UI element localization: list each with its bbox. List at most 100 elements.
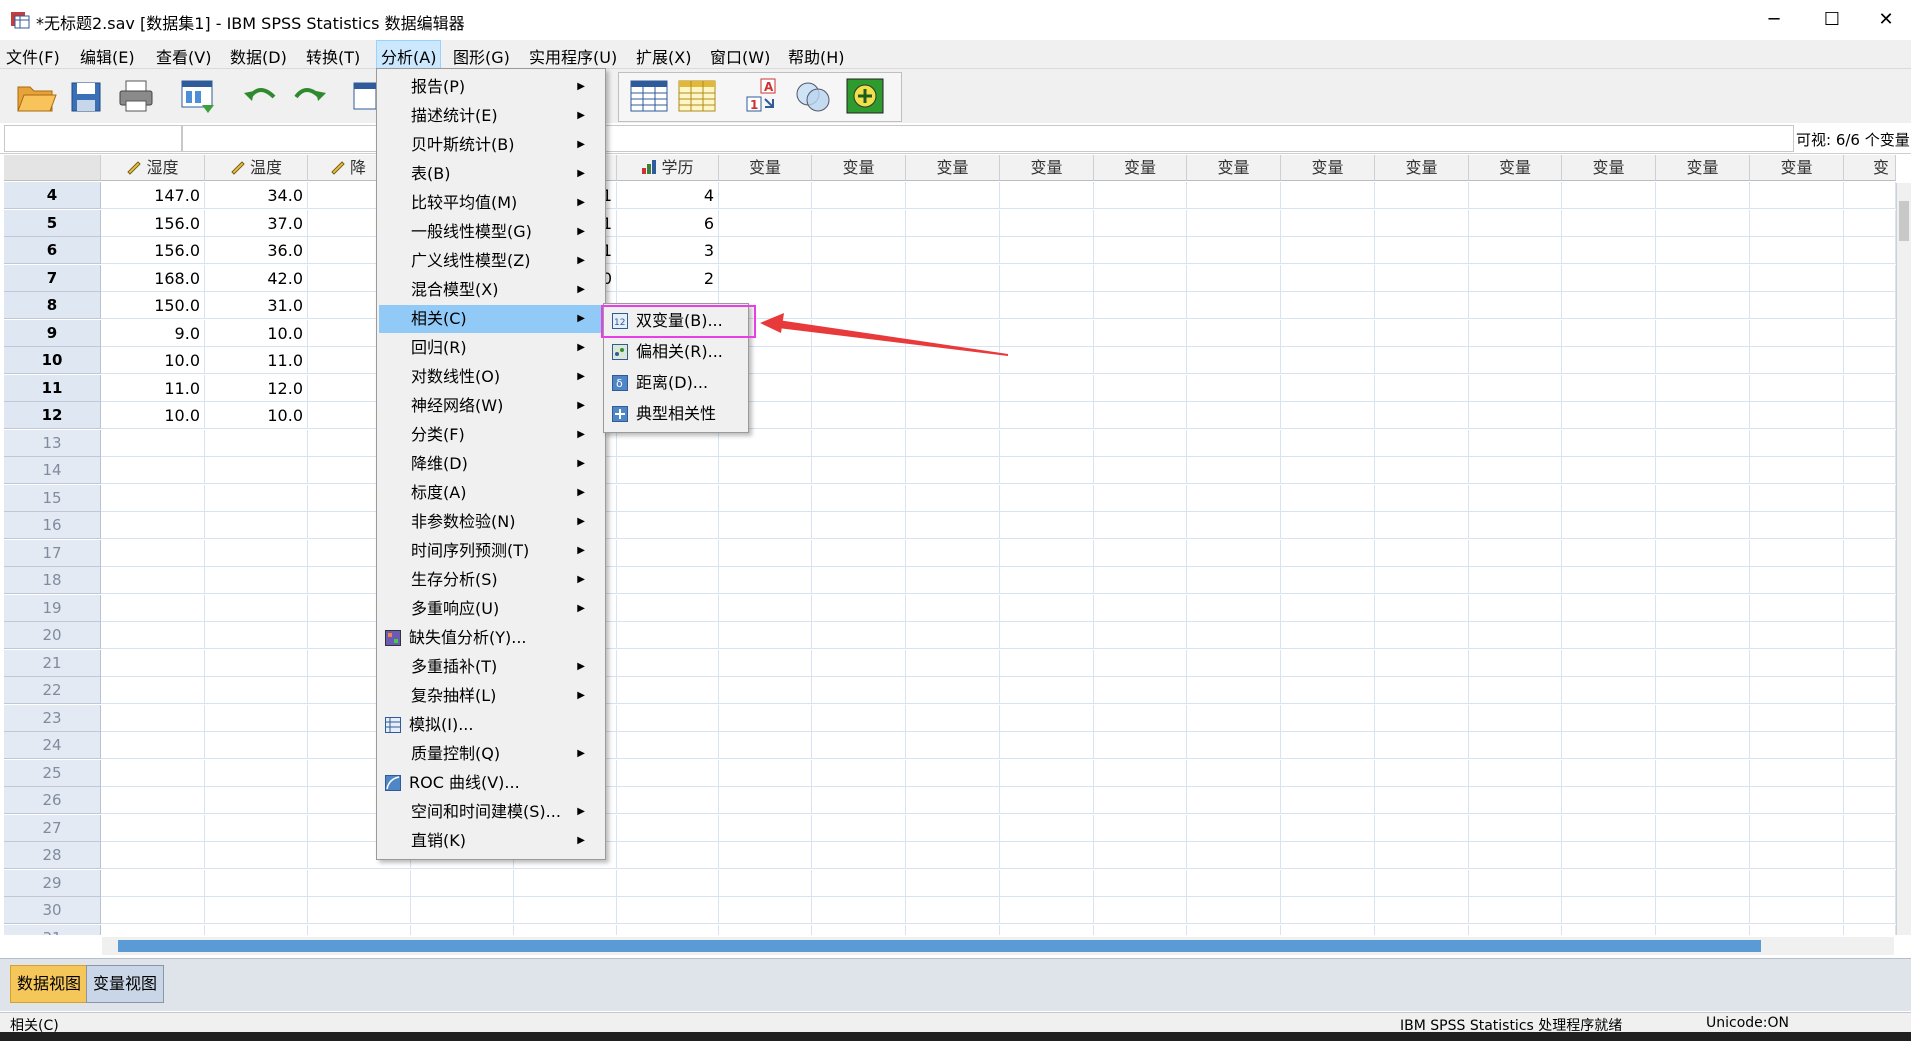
- grid-cell[interactable]: [1375, 402, 1469, 429]
- grid-cell[interactable]: [812, 237, 906, 264]
- grid-cell[interactable]: [1562, 649, 1656, 677]
- grid-cell[interactable]: [719, 759, 812, 787]
- grid-cell[interactable]: [1094, 539, 1187, 567]
- column-header[interactable]: 变量: [1750, 155, 1844, 181]
- grid-cell[interactable]: [205, 567, 308, 594]
- grid-cell[interactable]: [719, 209, 812, 237]
- row-number[interactable]: 5: [4, 209, 101, 237]
- grid-cell[interactable]: [1094, 567, 1187, 594]
- analyze-menu-item[interactable]: 一般线性模型(G) ▶: [379, 218, 601, 246]
- grid-cell[interactable]: [1844, 429, 1896, 457]
- grid-cell[interactable]: [1656, 402, 1750, 429]
- grid-cell[interactable]: [1656, 429, 1750, 457]
- grid-cell[interactable]: [1281, 814, 1375, 842]
- grid-cell[interactable]: [1375, 429, 1469, 457]
- grid-cell[interactable]: [205, 787, 308, 814]
- grid-cell[interactable]: [1750, 787, 1844, 814]
- grid-cell[interactable]: 6: [617, 209, 719, 237]
- grid-cell[interactable]: [812, 374, 906, 402]
- grid-cell[interactable]: [1187, 649, 1281, 677]
- grid-cell[interactable]: [1562, 292, 1656, 319]
- grid-cell[interactable]: [1656, 622, 1750, 649]
- grid-cell[interactable]: [1844, 732, 1896, 759]
- menu-utilities[interactable]: 实用程序(U): [529, 44, 617, 68]
- grid-cell[interactable]: [1375, 347, 1469, 374]
- grid-cell[interactable]: [1562, 182, 1656, 209]
- grid-cell[interactable]: [1281, 182, 1375, 209]
- row-number[interactable]: 22: [4, 677, 101, 704]
- goto-case-icon[interactable]: [350, 75, 376, 117]
- grid-cell[interactable]: [1187, 732, 1281, 759]
- grid-cell[interactable]: [1187, 814, 1281, 842]
- grid-cell[interactable]: [719, 622, 812, 649]
- analyze-menu-item[interactable]: 广义线性模型(Z) ▶: [379, 247, 601, 275]
- grid-cell[interactable]: [1656, 347, 1750, 374]
- row-number[interactable]: 11: [4, 374, 101, 402]
- grid-cell[interactable]: [1562, 237, 1656, 264]
- grid-cell[interactable]: [1000, 594, 1094, 622]
- horizontal-scrollbar[interactable]: [102, 937, 1894, 955]
- row-number[interactable]: 4: [4, 182, 101, 209]
- grid-cell[interactable]: [1094, 484, 1187, 512]
- analyze-menu-item[interactable]: 混合模型(X) ▶: [379, 276, 601, 304]
- grid-cell[interactable]: [1656, 677, 1750, 704]
- grid-cell[interactable]: [1094, 842, 1187, 869]
- grid-cell[interactable]: [1094, 264, 1187, 292]
- grid-cell[interactable]: [1375, 292, 1469, 319]
- grid-cell[interactable]: [1094, 677, 1187, 704]
- grid-cell[interactable]: [1375, 759, 1469, 787]
- grid-cell[interactable]: [906, 292, 1000, 319]
- close-button[interactable]: ✕: [1866, 6, 1906, 34]
- grid-cell[interactable]: [1187, 457, 1281, 484]
- grid-cell[interactable]: [514, 869, 617, 897]
- grid-cell[interactable]: [205, 842, 308, 869]
- grid-cell[interactable]: [101, 539, 205, 567]
- grid-cell[interactable]: [1469, 897, 1562, 924]
- grid-cell[interactable]: [1187, 347, 1281, 374]
- analyze-menu-item[interactable]: 贝叶斯统计(B) ▶: [379, 131, 601, 159]
- grid-cell[interactable]: [812, 209, 906, 237]
- undo-icon[interactable]: [238, 75, 282, 117]
- grid-cell[interactable]: [1187, 429, 1281, 457]
- grid-cell[interactable]: [1469, 594, 1562, 622]
- grid-cell[interactable]: [1844, 402, 1896, 429]
- grid-cell[interactable]: [1281, 539, 1375, 567]
- grid-cell[interactable]: [1469, 842, 1562, 869]
- grid-cell[interactable]: [1844, 704, 1896, 732]
- grid-cell[interactable]: [1281, 787, 1375, 814]
- grid-cell[interactable]: [1375, 814, 1469, 842]
- grid-cell[interactable]: [1562, 677, 1656, 704]
- grid-cell[interactable]: [101, 429, 205, 457]
- menu-file[interactable]: 文件(F): [6, 44, 60, 68]
- grid-cell[interactable]: [1562, 512, 1656, 539]
- grid-cell[interactable]: [906, 924, 1000, 935]
- grid-cell[interactable]: [205, 897, 308, 924]
- use-sets-icon[interactable]: [791, 75, 835, 117]
- grid-cell[interactable]: [1000, 429, 1094, 457]
- analyze-menu-item[interactable]: 非参数检验(N) ▶: [379, 508, 601, 536]
- grid-cell[interactable]: [1562, 759, 1656, 787]
- grid-cell[interactable]: [1844, 319, 1896, 347]
- row-number[interactable]: 23: [4, 704, 101, 732]
- grid-cell[interactable]: [719, 429, 812, 457]
- grid-cell[interactable]: [617, 457, 719, 484]
- grid-cell[interactable]: [1750, 842, 1844, 869]
- grid-cell[interactable]: [1000, 732, 1094, 759]
- grid-cell[interactable]: [906, 649, 1000, 677]
- grid-cell[interactable]: 150.0: [101, 292, 205, 319]
- grid-cell[interactable]: [1469, 622, 1562, 649]
- grid-cell[interactable]: [205, 732, 308, 759]
- grid-cell[interactable]: [617, 897, 719, 924]
- menu-transform[interactable]: 转换(T): [306, 44, 360, 68]
- grid-cell[interactable]: [906, 787, 1000, 814]
- analyze-menu-item[interactable]: 回归(R) ▶: [379, 334, 601, 362]
- analyze-menu-item[interactable]: 模拟(I)...: [379, 711, 601, 739]
- grid-cell[interactable]: [1187, 402, 1281, 429]
- grid-cell[interactable]: [1562, 567, 1656, 594]
- grid-cell[interactable]: [1375, 677, 1469, 704]
- grid-cell[interactable]: [1844, 787, 1896, 814]
- analyze-menu-item[interactable]: 复杂抽样(L) ▶: [379, 682, 601, 710]
- grid-cell[interactable]: [1000, 209, 1094, 237]
- grid-cell[interactable]: [1844, 814, 1896, 842]
- grid-cell[interactable]: [1000, 402, 1094, 429]
